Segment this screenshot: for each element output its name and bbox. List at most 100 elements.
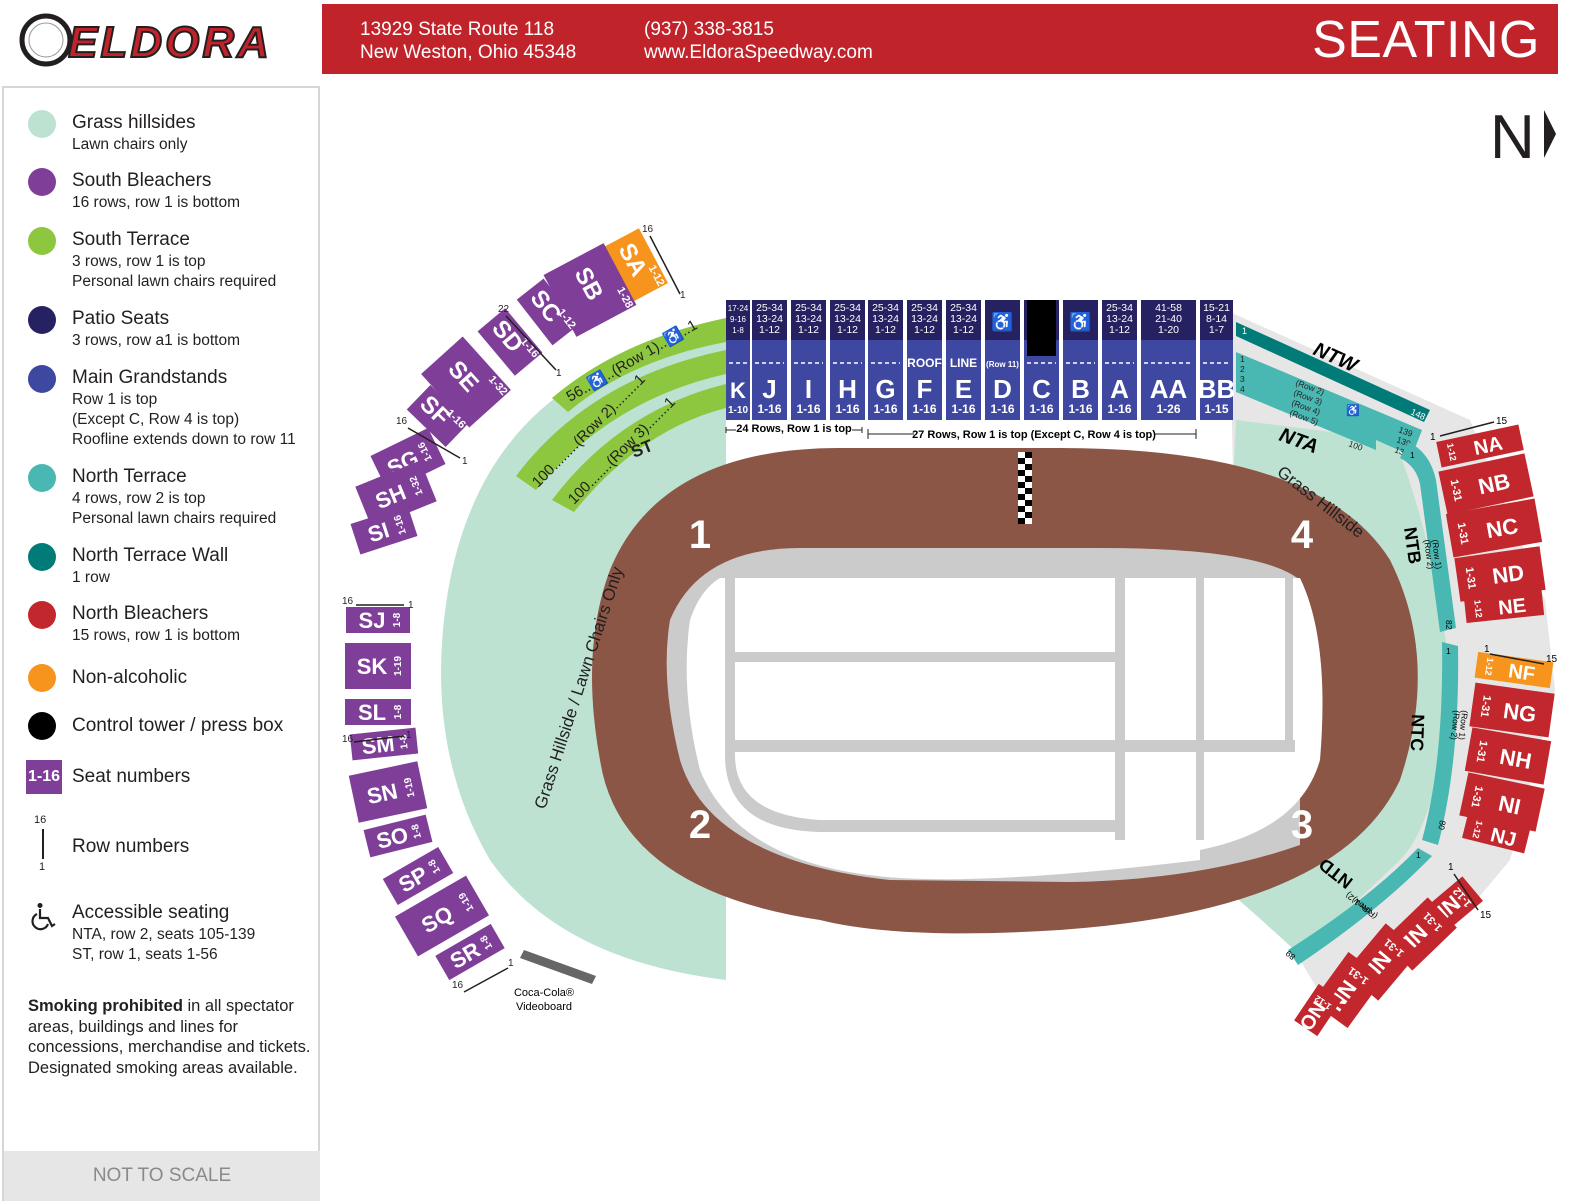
legend-title: Control tower / press box [72,715,284,736]
address-line-1: 13929 State Route 118 [360,19,555,40]
seat-range: 1-16 [990,402,1014,416]
legend-desc: 15 rows, row 1 is bottom [72,627,240,644]
website-link[interactable]: www.EldoraSpeedway.com [644,41,873,64]
section-name: C [1032,374,1051,404]
legend-title: Grass hillsides [72,112,196,133]
patio-seat-range: 9-16 [730,315,747,324]
row-marker-label: 16 [342,596,354,607]
seating-map: N 1 2 3 4 Grass Hillside / Lawn Chairs O… [342,103,1558,1037]
grass-swatch-icon [28,110,56,138]
legend-desc: Personal lawn chairs required [72,273,277,290]
grandstand-section-aa[interactable]: 41-5821-401-20AA1-26 [1141,300,1196,420]
grandstand-section-c[interactable]: C1-16 [1024,300,1059,420]
row-marker-label: 1 [1484,644,1490,655]
seat-range: 1-16 [873,402,897,416]
north-compass: N [1490,103,1556,172]
section-name: E [955,374,972,404]
control-tower-swatch-icon [28,712,56,740]
grandstand-section-b[interactable]: ♿ B1-16 [1063,300,1098,420]
ntb-start: 1 [1410,450,1415,460]
grandstand-section-bb[interactable]: 15-218-141-7BB1-15 [1198,300,1236,420]
seat-number-badge: 1-16 [26,760,62,794]
grandstand-note-right: 27 Rows, Row 1 is top (Except C, Row 4 i… [912,429,1156,441]
seat-range: 1-19 [393,656,404,676]
infield [686,578,1323,880]
grandstand-section-j[interactable]: 25-3413-241-12J1-16 [752,300,787,420]
compass-label: N [1490,103,1535,172]
grandstand-section-d[interactable]: ♿ (Row 11) D1-16 [985,300,1020,420]
grandstand-section-g[interactable]: 25-3413-241-12G1-16 [868,300,903,420]
south-bleacher-sj[interactable]: SJ 1-8 [346,607,410,633]
seat-range: 1-16 [951,402,975,416]
seat-range: 1-26 [1156,402,1180,416]
ntw-start: 1 [1242,326,1247,336]
south-bleacher-sl[interactable]: SL 1-8 [345,699,411,725]
north-arrow-icon [1544,110,1556,158]
seat-range: 1-16 [912,402,936,416]
grandstand-section-i[interactable]: 25-3413-241-12I1-16 [791,300,826,420]
grandstand-section-k[interactable]: 17-24 9-16 1-8 K 1-10 [726,300,750,420]
patio-seat-range: 1-8 [732,326,744,335]
videoboard: Coca-Cola® Videoboard [514,950,596,1013]
row-marker-label: 22 [498,304,510,315]
grandstand-row-notes: 24 Rows, Row 1 is top 27 Rows, Row 1 is … [725,422,1197,441]
south-bleacher-sn[interactable]: SN 1-19 [348,761,428,823]
row-top-number: 16 [34,814,47,826]
section-name: K [730,378,746,403]
seat-range: 1-16 [796,402,820,416]
page-title: SEATING [1312,11,1540,69]
ntc-start: 1 [1446,646,1451,656]
nta-wheelchair-icon: ♿ [1346,404,1360,417]
patio-seat-range: 1-12 [798,324,819,336]
start-finish-line [1018,452,1032,524]
smoking-notice-bold: Smoking prohibited [28,997,183,1015]
legend-title: North Bleachers [72,603,209,624]
grandstand-section-h[interactable]: 25-3413-241-12H1-16 [830,300,865,420]
south-bleacher-sk[interactable]: SK 1-19 [345,643,411,689]
section-name: SJ [359,608,386,633]
seat-range: 1-16 [1107,402,1131,416]
contact: (937) 338-3815 www.EldoraSpeedway.com [644,18,873,64]
legend-title: North Terrace Wall [72,545,229,566]
videoboard-label-2: Videoboard [516,1001,572,1013]
section-name: F [917,374,933,404]
row-marker-label: 1 [408,600,414,611]
videoboard-icon [520,950,596,984]
legend-desc: Roofline extends down to row 11 [72,431,296,448]
ntc-label: NTC [1407,714,1428,752]
seat-range: 1-16 [1029,402,1053,416]
section-name: SM [360,731,395,759]
nta-row-num: 3 [1240,374,1245,384]
wheelchair-icon: ♿ [991,311,1013,332]
south-bleacher-so[interactable]: SO 1-8 [363,814,433,858]
grandstand-section-f[interactable]: 25-3413-241-12ROOFF1-16 [907,300,942,420]
row-marker-label: 1 [1430,432,1436,443]
seat-range: 1-16 [757,402,781,416]
row-marker-label: 16 [342,734,354,745]
grandstand-section-a[interactable]: 25-3413-241-12A1-16 [1102,300,1137,420]
legend-desc: (Except C, Row 4 is top) [72,411,240,428]
legend-title: South Bleachers [72,170,212,191]
row-marker-label: 1 [462,456,468,467]
videoboard-label-1: Coca-Cola® [514,987,574,999]
seat-range: 1-8 [392,612,403,627]
legend-desc: Personal lawn chairs required [72,510,277,527]
grandstand-note-left: 24 Rows, Row 1 is top [736,423,852,435]
patio-seat-range: 1-12 [914,324,935,336]
section-name: SL [358,700,386,725]
control-tower [1027,300,1056,356]
north-bleachers-swatch-icon [28,601,56,629]
phone-number: (937) 338-3815 [644,19,774,40]
patio-seat-range: 1-12 [953,324,974,336]
north-terrace-wall-swatch-icon [28,543,56,571]
roofline-note: (Row 11) [986,360,1019,369]
wheelchair-icon: ♿ [1069,311,1091,332]
section-name: B [1071,374,1090,404]
seat-range: 1-15 [1204,402,1228,416]
patio-seat-range: 1-12 [759,324,780,336]
row-marker-label: 1 [556,368,562,379]
legend-title: Accessible seating [72,902,230,923]
seat-range: 1-16 [835,402,859,416]
grandstand-section-e[interactable]: 25-3413-241-12LINEE1-16 [946,300,981,420]
turn-4-label: 4 [1291,513,1314,557]
